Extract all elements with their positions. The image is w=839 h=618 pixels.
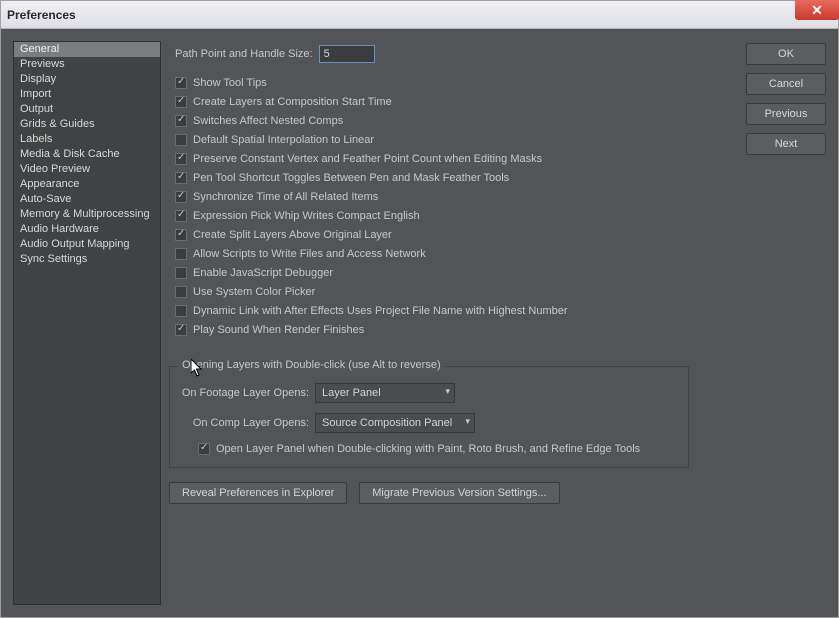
sidebar-item-appearance[interactable]: Appearance	[14, 177, 160, 192]
preferences-window: Preferences ✕ GeneralPreviewsDisplayImpo…	[0, 0, 839, 618]
pref-label: Switches Affect Nested Comps	[193, 115, 343, 127]
sidebar-item-import[interactable]: Import	[14, 87, 160, 102]
sidebar-item-grids-guides[interactable]: Grids & Guides	[14, 117, 160, 132]
opening-layers-group: Opening Layers with Double-click (use Al…	[169, 366, 689, 468]
sidebar-item-general[interactable]: General	[14, 42, 160, 57]
path-point-row: Path Point and Handle Size:	[169, 45, 726, 63]
pref-checkbox[interactable]	[175, 153, 187, 165]
pref-label: Allow Scripts to Write Files and Access …	[193, 248, 426, 260]
pref-checkbox[interactable]	[175, 267, 187, 279]
pref-row: Create Layers at Composition Start Time	[169, 96, 726, 108]
pref-checkbox[interactable]	[175, 305, 187, 317]
pref-row: Play Sound When Render Finishes	[169, 324, 726, 336]
sidebar-item-previews[interactable]: Previews	[14, 57, 160, 72]
pref-label: Show Tool Tips	[193, 77, 267, 89]
pref-checkbox[interactable]	[175, 77, 187, 89]
sidebar-item-media-disk-cache[interactable]: Media & Disk Cache	[14, 147, 160, 162]
sidebar-item-video-preview[interactable]: Video Preview	[14, 162, 160, 177]
pref-checkbox[interactable]	[175, 134, 187, 146]
footage-layer-value: Layer Panel	[322, 387, 381, 399]
sidebar-item-memory-multiprocessing[interactable]: Memory & Multiprocessing	[14, 207, 160, 222]
sidebar-item-output[interactable]: Output	[14, 102, 160, 117]
pref-label: Create Layers at Composition Start Time	[193, 96, 392, 108]
window-title: Preferences	[7, 8, 76, 22]
pref-checkbox[interactable]	[175, 191, 187, 203]
pref-row: Pen Tool Shortcut Toggles Between Pen an…	[169, 172, 726, 184]
pref-checkbox[interactable]	[175, 210, 187, 222]
sidebar-item-display[interactable]: Display	[14, 72, 160, 87]
cancel-button[interactable]: Cancel	[746, 73, 826, 95]
dialog-buttons: OK Cancel Previous Next	[746, 43, 826, 155]
comp-layer-label: On Comp Layer Opens:	[180, 417, 315, 429]
titlebar: Preferences ✕	[1, 1, 838, 29]
migrate-settings-button[interactable]: Migrate Previous Version Settings...	[359, 482, 559, 504]
pref-label: Expression Pick Whip Writes Compact Engl…	[193, 210, 420, 222]
sidebar-item-labels[interactable]: Labels	[14, 132, 160, 147]
comp-layer-value: Source Composition Panel	[322, 417, 452, 429]
group-title: Opening Layers with Double-click (use Al…	[178, 359, 445, 371]
bottom-buttons: Reveal Preferences in Explorer Migrate P…	[169, 482, 726, 504]
open-layer-panel-checkbox[interactable]	[198, 443, 210, 455]
pref-row: Synchronize Time of All Related Items	[169, 191, 726, 203]
pref-label: Default Spatial Interpolation to Linear	[193, 134, 374, 146]
sidebar-item-audio-output-mapping[interactable]: Audio Output Mapping	[14, 237, 160, 252]
pref-row: Preserve Constant Vertex and Feather Poi…	[169, 153, 726, 165]
path-point-input[interactable]	[319, 45, 375, 63]
pref-label: Play Sound When Render Finishes	[193, 324, 364, 336]
open-layer-panel-label: Open Layer Panel when Double-clicking wi…	[216, 443, 640, 455]
pref-checkbox[interactable]	[175, 286, 187, 298]
pref-checkbox[interactable]	[175, 96, 187, 108]
pref-checkbox[interactable]	[175, 115, 187, 127]
reveal-prefs-button[interactable]: Reveal Preferences in Explorer	[169, 482, 347, 504]
pref-label: Pen Tool Shortcut Toggles Between Pen an…	[193, 172, 509, 184]
sidebar-item-auto-save[interactable]: Auto-Save	[14, 192, 160, 207]
pref-label: Preserve Constant Vertex and Feather Poi…	[193, 153, 542, 165]
pref-checkbox[interactable]	[175, 248, 187, 260]
pref-row: Expression Pick Whip Writes Compact Engl…	[169, 210, 726, 222]
open-layer-panel-row: Open Layer Panel when Double-clicking wi…	[180, 443, 678, 455]
footage-layer-select[interactable]: Layer Panel	[315, 383, 455, 403]
pref-label: Synchronize Time of All Related Items	[193, 191, 378, 203]
sidebar-item-sync-settings[interactable]: Sync Settings	[14, 252, 160, 267]
sidebar-item-audio-hardware[interactable]: Audio Hardware	[14, 222, 160, 237]
pref-row: Allow Scripts to Write Files and Access …	[169, 248, 726, 260]
pref-checkbox[interactable]	[175, 229, 187, 241]
footage-layer-label: On Footage Layer Opens:	[180, 387, 315, 399]
pref-row: Dynamic Link with After Effects Uses Pro…	[169, 305, 726, 317]
close-icon: ✕	[811, 2, 823, 19]
pref-row: Show Tool Tips	[169, 77, 726, 89]
pref-label: Dynamic Link with After Effects Uses Pro…	[193, 305, 568, 317]
settings-panel: OK Cancel Previous Next Path Point and H…	[169, 41, 826, 605]
pref-checkbox[interactable]	[175, 324, 187, 336]
pref-row: Use System Color Picker	[169, 286, 726, 298]
path-point-label: Path Point and Handle Size:	[175, 48, 313, 60]
comp-layer-select[interactable]: Source Composition Panel	[315, 413, 475, 433]
pref-label: Create Split Layers Above Original Layer	[193, 229, 392, 241]
next-button[interactable]: Next	[746, 133, 826, 155]
previous-button[interactable]: Previous	[746, 103, 826, 125]
pref-row: Enable JavaScript Debugger	[169, 267, 726, 279]
general-settings: Path Point and Handle Size: Show Tool Ti…	[169, 45, 726, 504]
close-button[interactable]: ✕	[795, 0, 839, 20]
pref-label: Use System Color Picker	[193, 286, 315, 298]
pref-row: Default Spatial Interpolation to Linear	[169, 134, 726, 146]
pref-label: Enable JavaScript Debugger	[193, 267, 333, 279]
content: GeneralPreviewsDisplayImportOutputGrids …	[1, 29, 838, 617]
category-sidebar: GeneralPreviewsDisplayImportOutputGrids …	[13, 41, 161, 605]
pref-row: Switches Affect Nested Comps	[169, 115, 726, 127]
ok-button[interactable]: OK	[746, 43, 826, 65]
footage-layer-row: On Footage Layer Opens: Layer Panel	[180, 383, 678, 403]
pref-checkbox[interactable]	[175, 172, 187, 184]
pref-row: Create Split Layers Above Original Layer	[169, 229, 726, 241]
comp-layer-row: On Comp Layer Opens: Source Composition …	[180, 413, 678, 433]
